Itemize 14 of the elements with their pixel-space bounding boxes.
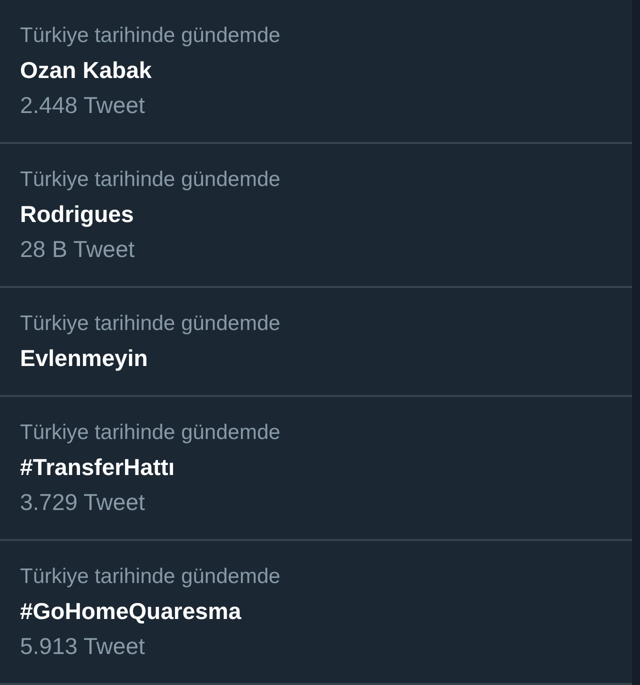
trend-context: Türkiye tarihinde gündemde <box>20 167 280 193</box>
trend-name[interactable]: #GoHomeQuaresma <box>20 594 242 629</box>
trend-name[interactable]: Ozan Kabak <box>20 53 152 88</box>
trend-name[interactable]: Evlenmeyin <box>20 341 148 376</box>
trend-context: Türkiye tarihinde gündemde <box>20 23 280 49</box>
tweet-count: 3.729 Tweet <box>20 488 145 517</box>
trend-name[interactable]: #TransferHattı <box>20 450 175 485</box>
trend-context: Türkiye tarihinde gündemde <box>20 420 280 446</box>
trend-context: Türkiye tarihinde gündemde <box>20 564 280 590</box>
trend-name[interactable]: Rodrigues <box>20 197 134 232</box>
tweet-count: 28 B Tweet <box>20 235 135 264</box>
tweet-count: 5.913 Tweet <box>20 632 145 661</box>
tweet-count: 2.448 Tweet <box>20 91 145 120</box>
trend-context: Türkiye tarihinde gündemde <box>20 311 280 337</box>
